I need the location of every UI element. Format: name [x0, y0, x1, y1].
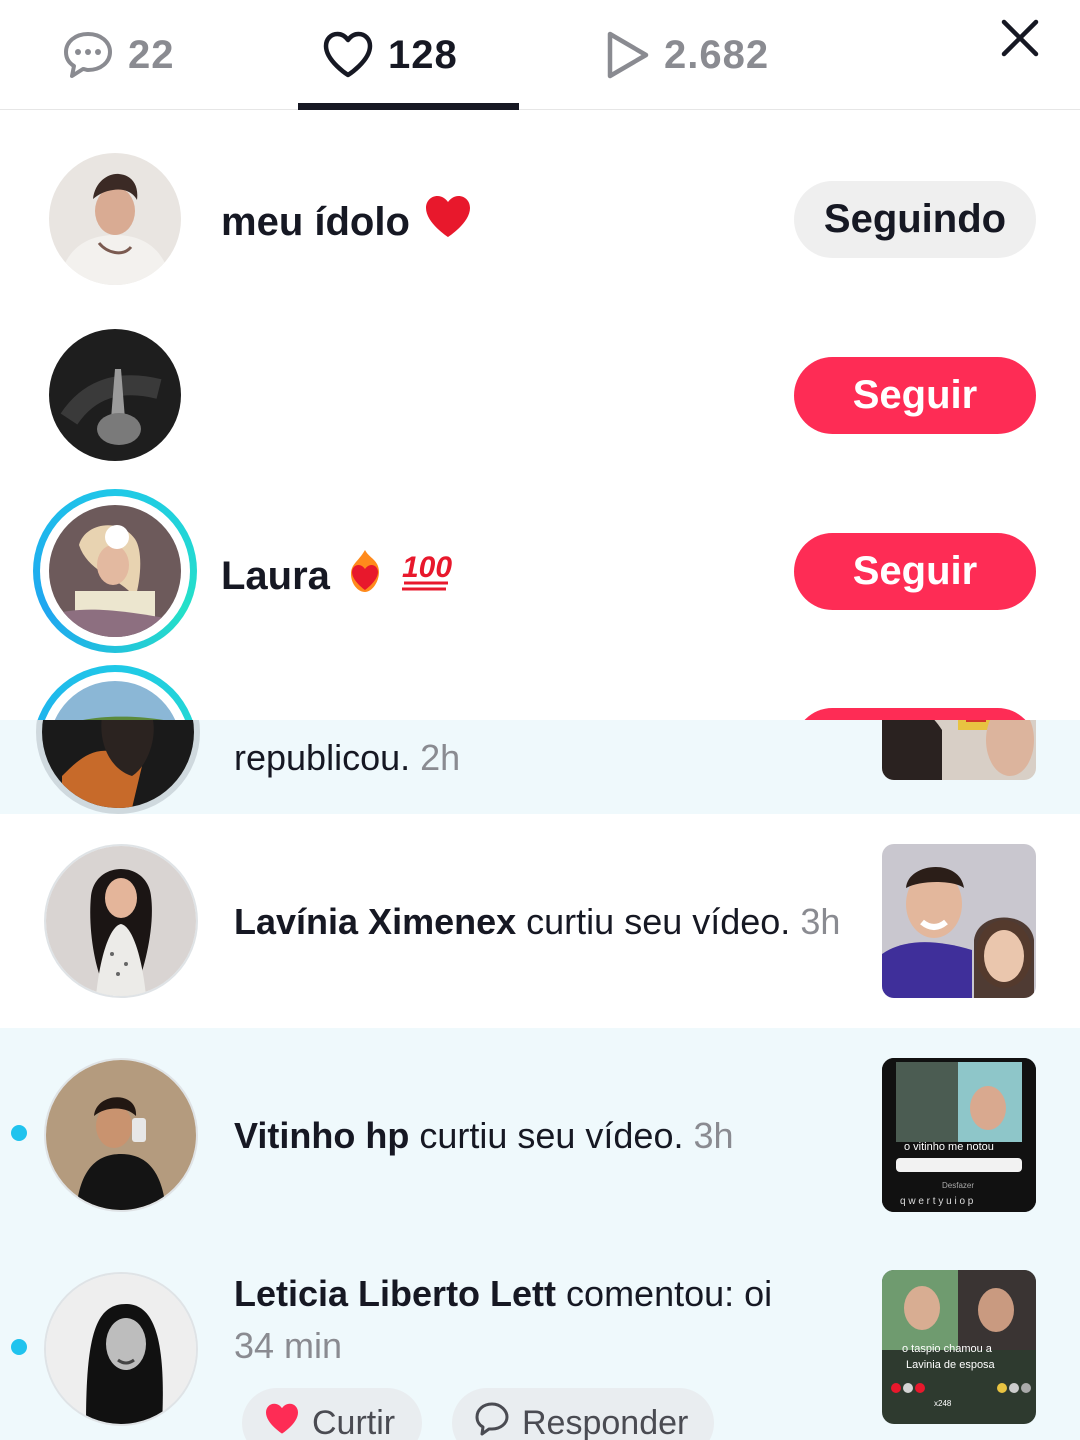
svg-text:q w e r t y u i o p: q w e r t y u i o p: [900, 1196, 974, 1207]
likers-panel: meu ídolo Seguindo Seguir Laura 100 Segu…: [0, 110, 1080, 720]
liker-row[interactable]: meu ídolo Seguindo: [0, 110, 1080, 286]
play-icon: [604, 30, 650, 80]
notification-text: Vitinho hp curtiu seu vídeo. 3h: [234, 1115, 734, 1156]
liker-row[interactable]: Laura 100 Seguir: [0, 462, 1080, 653]
svg-text:Desfazer: Desfazer: [942, 1181, 974, 1190]
red-heart-icon: [424, 195, 472, 249]
following-button[interactable]: Seguindo: [794, 181, 1036, 258]
follow-button[interactable]: Seguir: [794, 533, 1036, 610]
svg-text:o vitinho me notou: o vitinho me notou: [904, 1141, 994, 1153]
liker-name[interactable]: meu ídolo: [221, 195, 472, 249]
tab-views[interactable]: 2.682: [604, 0, 769, 110]
actor-name[interactable]: Vitinho hp: [234, 1115, 409, 1156]
like-comment-button[interactable]: Curtir: [242, 1388, 422, 1440]
views-count: 2.682: [664, 32, 770, 77]
notification-text: Lavínia Ximenex curtiu seu vídeo. 3h: [234, 901, 841, 942]
liker-row[interactable]: Seguir: [0, 286, 1080, 462]
actor-name[interactable]: Leticia Liberto Lett: [234, 1273, 556, 1314]
comment-icon: [62, 30, 114, 80]
heart-on-fire-icon: [344, 548, 386, 604]
avatar[interactable]: [44, 1058, 198, 1212]
comments-count: 22: [128, 32, 175, 77]
avatar[interactable]: [49, 329, 181, 461]
notification-row[interactable]: Leticia Liberto Lett comentou: oi 34 min…: [0, 1242, 1080, 1440]
avatar[interactable]: [49, 153, 181, 285]
avatar[interactable]: [49, 505, 181, 637]
notification-row[interactable]: republicou. 2h: [0, 650, 1080, 814]
notification-time: 34 min: [234, 1325, 343, 1366]
video-thumbnail[interactable]: o vitinho me notou Desfazer q w e r t y …: [882, 1058, 1036, 1212]
avatar[interactable]: [44, 1272, 198, 1426]
heart-icon: [322, 31, 374, 79]
heart-icon: [264, 1403, 300, 1440]
svg-text:x248: x248: [934, 1399, 952, 1408]
active-tab-indicator: [298, 103, 519, 110]
actor-name[interactable]: Lavínia Ximenex: [234, 901, 516, 942]
follow-button[interactable]: [794, 708, 1036, 720]
video-thumbnail[interactable]: o taspio chamou a Lavinia de esposa x248: [882, 1270, 1036, 1424]
notification-text: republicou. 2h: [234, 737, 461, 778]
close-icon: [1001, 19, 1039, 62]
likes-count: 128: [388, 32, 458, 77]
speech-bubble-icon: [474, 1401, 510, 1440]
hundred-points-icon: 100: [400, 547, 452, 605]
video-thumbnail[interactable]: [882, 844, 1036, 998]
avatar[interactable]: [44, 844, 198, 998]
unread-dot: [11, 1339, 27, 1355]
svg-text:100: 100: [402, 551, 452, 584]
svg-text:o taspio chamou a: o taspio chamou a: [902, 1343, 993, 1355]
notification-row[interactable]: Lavínia Ximenex curtiu seu vídeo. 3h: [0, 814, 1080, 1028]
notification-row[interactable]: Vitinho hp curtiu seu vídeo. 3h o vitinh…: [0, 1028, 1080, 1242]
close-button[interactable]: [992, 12, 1048, 68]
tab-comments[interactable]: 22: [62, 0, 175, 110]
tab-likes[interactable]: 128: [322, 0, 458, 110]
stats-tab-bar: 22 128 2.682: [0, 0, 1080, 110]
unread-dot: [11, 1125, 27, 1141]
svg-text:Lavinia de esposa: Lavinia de esposa: [906, 1359, 996, 1371]
notification-text: Leticia Liberto Lett comentou: oi: [234, 1273, 773, 1314]
reply-comment-button[interactable]: Responder: [452, 1388, 714, 1440]
liker-name[interactable]: Laura 100: [221, 547, 452, 605]
liker-row[interactable]: [0, 638, 1080, 720]
follow-button[interactable]: Seguir: [794, 357, 1036, 434]
